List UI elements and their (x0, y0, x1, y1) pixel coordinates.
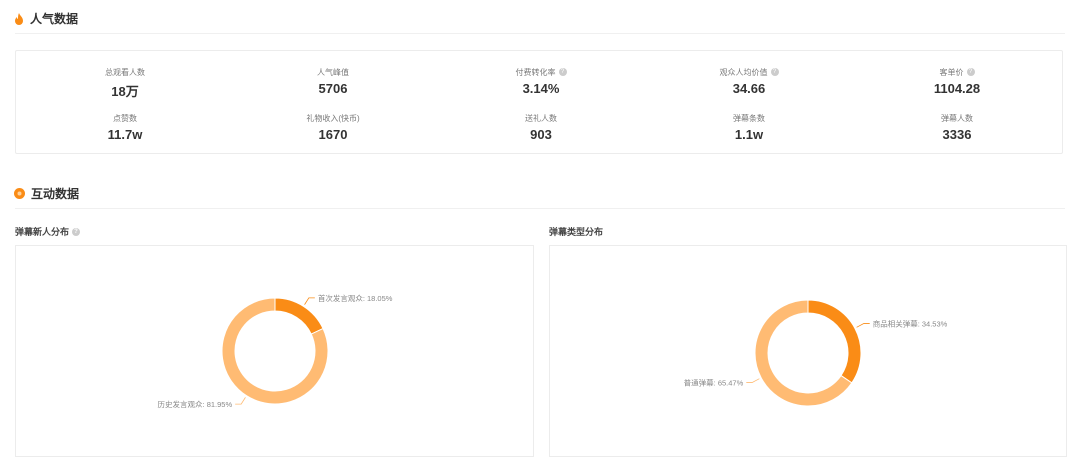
slice-label: 商品相关弹幕: 34.53% (873, 319, 948, 329)
slice-label: 普通弹幕: 65.47% (684, 377, 744, 387)
stat-label: 弹幕条数 (646, 112, 852, 124)
stat-value: 3.14% (522, 81, 560, 96)
chart-title-text: 弹幕新人分布 (15, 227, 70, 237)
stat-value: 1670 (318, 127, 348, 142)
slice-label: 历史发言观众: 81.95% (158, 399, 233, 409)
stat-label: 客单价? (854, 66, 1060, 78)
stat-value: 3336 (942, 127, 972, 142)
stat-label-text: 客单价 (939, 67, 964, 77)
stat-item: 点赞数 11.7w (22, 112, 228, 143)
stats-card: 总观看人数 18万 人气峰值 5706 付费转化率? 3.14% 观众人均价值? 34.66 客… (15, 50, 1063, 154)
section-title-text: 人气数据 (30, 12, 79, 26)
label-leader-line (304, 297, 315, 305)
interaction-icon (14, 188, 25, 199)
help-icon[interactable]: ? (72, 227, 81, 236)
stat-value: 1.1w (734, 127, 764, 142)
stat-label: 点赞数 (22, 112, 228, 124)
stat-label: 观众人均价值? (646, 66, 852, 78)
flame-icon (15, 12, 23, 25)
stat-label-text: 弹幕人数 (941, 113, 973, 123)
help-icon[interactable]: ? (558, 68, 567, 76)
stat-label-text: 弹幕条数 (733, 113, 765, 123)
stat-value: 11.7w (107, 127, 143, 142)
stat-item: 总观看人数 18万 (22, 66, 228, 100)
label-leader-line (235, 397, 246, 405)
stat-item: 弹幕条数 1.1w (646, 112, 852, 143)
divider (15, 208, 1065, 209)
stat-label-text: 点赞数 (113, 113, 137, 123)
stat-value: 903 (530, 127, 552, 142)
stat-label-text: 人气峰值 (317, 67, 349, 77)
help-icon[interactable]: ? (770, 68, 779, 76)
help-icon[interactable]: ? (966, 68, 975, 76)
chart-title-text: 弹幕类型分布 (549, 227, 604, 237)
stat-label: 送礼人数 (438, 112, 644, 124)
chart-title-newcomer: 弹幕新人分布 ? (15, 225, 81, 238)
stat-label-text: 礼物收入(快币) (306, 113, 360, 123)
interaction-section-title: 互动数据 (14, 185, 79, 202)
stat-label-text: 观众人均价值 (719, 67, 768, 77)
stat-label-text: 送礼人数 (525, 113, 557, 123)
newcomer-donut-chart: 首次发言观众: 18.05% 历史发言观众: 81.95% (15, 245, 534, 457)
stat-label: 总观看人数 (22, 66, 228, 78)
stat-label: 弹幕人数 (854, 112, 1060, 124)
donut-slice[interactable] (274, 297, 324, 335)
label-leader-line (746, 378, 760, 383)
stat-item: 礼物收入(快币) 1670 (230, 112, 436, 143)
type-donut-chart: 商品相关弹幕: 34.53% 普通弹幕: 65.47% (549, 245, 1067, 457)
section-title-text: 互动数据 (31, 187, 80, 201)
stat-label-text: 总观看人数 (105, 67, 145, 77)
donut-slice[interactable] (807, 299, 862, 384)
label-leader-line (856, 323, 870, 328)
stat-label: 礼物收入(快币) (230, 112, 436, 124)
stat-item: 观众人均价值? 34.66 (646, 66, 852, 96)
stat-label: 人气峰值 (230, 66, 436, 78)
stat-value: 5706 (318, 81, 348, 96)
stat-label: 付费转化率? (438, 66, 644, 78)
stat-value: 18万 (111, 84, 139, 99)
divider (15, 33, 1065, 34)
stat-value: 1104.28 (933, 81, 981, 96)
chart-title-type: 弹幕类型分布 (549, 225, 603, 238)
stat-item: 送礼人数 903 (438, 112, 644, 143)
stat-item: 付费转化率? 3.14% (438, 66, 644, 96)
stat-label-text: 付费转化率 (515, 67, 556, 77)
popularity-section-title: 人气数据 (14, 10, 78, 27)
stat-item: 弹幕人数 3336 (854, 112, 1060, 143)
slice-label: 首次发言观众: 18.05% (318, 293, 393, 303)
stat-item: 人气峰值 5706 (230, 66, 436, 97)
stat-value: 34.66 (732, 81, 766, 96)
stat-item: 客单价? 1104.28 (854, 66, 1060, 97)
